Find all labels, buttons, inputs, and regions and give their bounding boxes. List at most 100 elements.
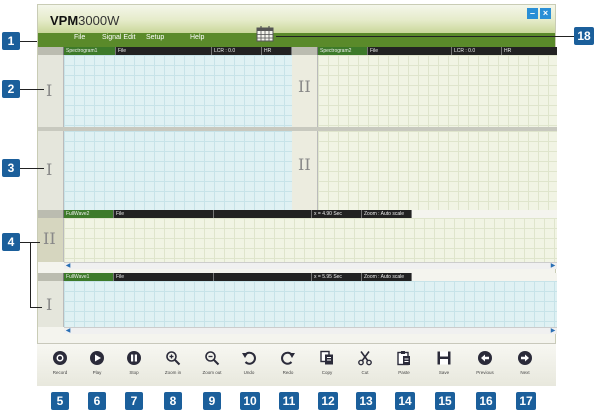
channel-two-label: II xyxy=(298,77,311,96)
save-button[interactable]: Save xyxy=(427,350,461,375)
channel-one-label: I xyxy=(46,160,53,179)
spectrogram-header-bar: Spectrogram1 File LCR : 0.0 HR Spectrogr… xyxy=(38,47,557,55)
channel-two-label: II xyxy=(43,229,56,248)
zoom-in-button[interactable]: Zoom in xyxy=(156,350,190,375)
scroll-left-icon[interactable]: ◀ xyxy=(65,328,71,334)
app-title: VPM3000W xyxy=(50,13,120,28)
callout-10: 10 xyxy=(240,392,260,410)
record-icon xyxy=(53,351,67,365)
spectrogram1-plot-a[interactable] xyxy=(64,55,292,127)
spectrogram2-lcr: LCR : 0.0 xyxy=(452,47,502,55)
callout-line xyxy=(20,89,44,90)
fullwave1-header-bar: FullWave1 File x = 5.95 Sec Zoom : Auto … xyxy=(38,273,557,281)
channel-one-label: I xyxy=(46,81,53,100)
stop-icon xyxy=(127,351,141,365)
paste-icon xyxy=(397,351,410,366)
record-button[interactable]: Record xyxy=(43,350,77,375)
redo-button[interactable]: Redo xyxy=(271,350,305,375)
menu-setup[interactable]: Setup xyxy=(146,34,164,41)
previous-button[interactable]: Previous xyxy=(468,350,502,375)
annotated-screenshot: VPM3000W – × File Signal Edit Setup Help xyxy=(0,0,595,412)
callout-line xyxy=(20,168,44,169)
callout-15: 15 xyxy=(435,392,455,410)
fullwave1-x: x = 5.95 Sec xyxy=(312,273,362,281)
callout-3: 3 xyxy=(2,159,20,177)
calendar-icon[interactable] xyxy=(256,26,274,42)
play-icon xyxy=(90,351,104,365)
spectrogram1-hr: HR xyxy=(262,47,292,55)
callout-2: 2 xyxy=(2,80,20,98)
scroll-right-icon[interactable]: ▶ xyxy=(550,328,556,334)
callout-line xyxy=(20,41,37,42)
callout-1: 1 xyxy=(2,32,20,50)
spectrogram2-file: File xyxy=(368,47,452,55)
fullwave2-file: File xyxy=(114,210,214,218)
menu-file[interactable]: File xyxy=(74,34,85,41)
spectrogram2-plot-a[interactable] xyxy=(318,55,557,127)
callout-line xyxy=(30,242,31,308)
title-bar: VPM3000W – × xyxy=(38,5,555,33)
fullwave2-name: FullWave2 xyxy=(64,210,114,218)
callout-11: 11 xyxy=(279,392,299,410)
play-button[interactable]: Play xyxy=(80,350,114,375)
callout-line xyxy=(30,307,42,308)
previous-icon xyxy=(478,351,492,365)
copy-button[interactable]: Copy xyxy=(310,350,344,375)
close-button[interactable]: × xyxy=(540,8,551,19)
callout-13: 13 xyxy=(356,392,376,410)
callout-16: 16 xyxy=(476,392,496,410)
callout-9: 9 xyxy=(203,392,221,410)
fullwave2-x: x = 4.90 Sec xyxy=(312,210,362,218)
spectrogram1-file: File xyxy=(116,47,212,55)
callout-18: 18 xyxy=(574,27,594,45)
scroll-right-icon[interactable]: ▶ xyxy=(550,263,556,269)
spectrogram2-plot-b[interactable] xyxy=(318,131,557,210)
menu-signal-edit[interactable]: Signal Edit xyxy=(102,34,135,41)
spectrogram1-lcr: LCR : 0.0 xyxy=(212,47,262,55)
toolbar: Record Play Stop Zoom in Zoom out Undo R… xyxy=(37,343,556,386)
copy-icon xyxy=(320,350,333,365)
scroll-left-icon[interactable]: ◀ xyxy=(65,263,71,269)
zoom-in-icon xyxy=(166,351,181,366)
callout-6: 6 xyxy=(88,392,106,410)
callout-14: 14 xyxy=(395,392,415,410)
stop-button[interactable]: Stop xyxy=(117,350,151,375)
fullwave1-file: File xyxy=(114,273,214,281)
redo-icon xyxy=(281,351,295,365)
menu-help[interactable]: Help xyxy=(190,34,204,41)
spectrogram1-name: Spectrogram1 xyxy=(64,47,116,55)
zoom-out-icon xyxy=(205,351,220,366)
callout-8: 8 xyxy=(164,392,182,410)
undo-button[interactable]: Undo xyxy=(232,350,266,375)
fullwave2-plot[interactable] xyxy=(64,218,557,262)
paste-button[interactable]: Paste xyxy=(387,350,421,375)
callout-4: 4 xyxy=(2,233,20,251)
undo-icon xyxy=(242,351,256,365)
spectrogram1-plot-b[interactable] xyxy=(64,131,292,210)
callout-line xyxy=(276,36,574,37)
zoom-out-button[interactable]: Zoom out xyxy=(195,350,229,375)
cut-button[interactable]: Cut xyxy=(348,350,382,375)
fullwave1-scrollbar[interactable]: ◀ ▶ xyxy=(64,327,557,334)
fullwave2-header-bar: FullWave2 File x = 4.90 Sec Zoom : Auto … xyxy=(38,210,557,218)
fullwave2-scrollbar[interactable]: ◀ ▶ xyxy=(64,262,557,269)
callout-12: 12 xyxy=(318,392,338,410)
fullwave1-name: FullWave1 xyxy=(64,273,114,281)
spectrogram2-name: Spectrogram2 xyxy=(318,47,368,55)
cut-icon xyxy=(358,351,372,366)
callout-17: 17 xyxy=(516,392,536,410)
callout-5: 5 xyxy=(51,392,69,410)
channel-one-label: I xyxy=(46,295,53,314)
spectrogram2-hr: HR xyxy=(504,48,512,54)
next-button[interactable]: Next xyxy=(508,350,542,375)
minimize-button[interactable]: – xyxy=(527,8,538,19)
fullwave1-plot[interactable] xyxy=(64,281,557,327)
fullwave1-zoom: Zoom : Auto scale xyxy=(362,273,412,281)
callout-7: 7 xyxy=(125,392,143,410)
window-controls: – × xyxy=(527,8,551,19)
app-window: VPM3000W – × File Signal Edit Setup Help xyxy=(37,4,557,386)
next-icon xyxy=(518,351,532,365)
save-icon xyxy=(437,351,451,365)
fullwave2-zoom: Zoom : Auto scale xyxy=(362,210,412,218)
channel-two-label: II xyxy=(298,155,311,174)
